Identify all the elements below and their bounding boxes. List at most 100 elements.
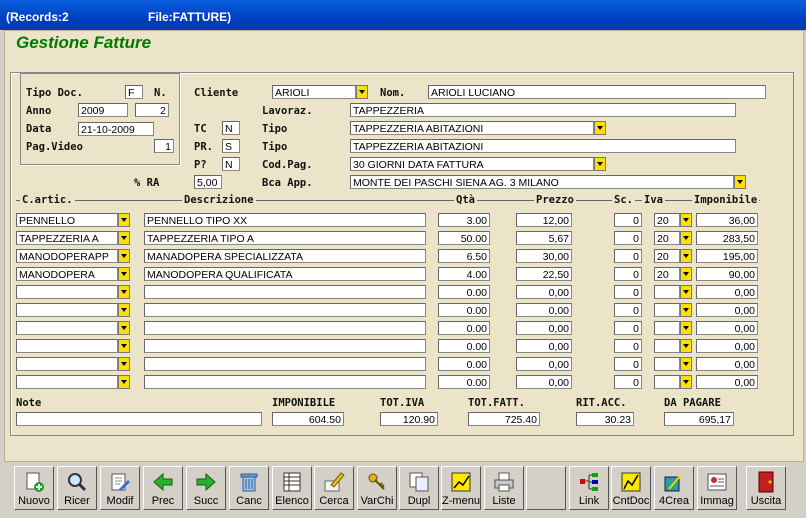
- immag-button[interactable]: Immag: [697, 466, 737, 510]
- row-prezzo-field[interactable]: 30,00: [516, 249, 572, 263]
- row-sc-field[interactable]: 0: [614, 213, 642, 227]
- row-imponibile-field[interactable]: 0,00: [696, 321, 758, 335]
- n-field[interactable]: 2: [135, 103, 169, 117]
- elenco-button[interactable]: Elenco: [272, 466, 312, 510]
- row-qta-field[interactable]: 0.00: [438, 375, 490, 389]
- row-sc-field[interactable]: 0: [614, 339, 642, 353]
- row-code-field[interactable]: PENNELLO: [16, 213, 118, 227]
- link-button[interactable]: Link: [569, 466, 609, 510]
- varchi-button[interactable]: VarChi: [357, 466, 397, 510]
- row-sc-field[interactable]: 0: [614, 321, 642, 335]
- row-iva-dropdown-icon[interactable]: [680, 357, 692, 371]
- row-prezzo-field[interactable]: 0,00: [516, 339, 572, 353]
- row-code-dropdown-icon[interactable]: [118, 339, 130, 353]
- row-imponibile-field[interactable]: 36,00: [696, 213, 758, 227]
- row-desc-field[interactable]: [144, 303, 426, 317]
- row-iva-dropdown-icon[interactable]: [680, 267, 692, 281]
- row-iva-field[interactable]: [654, 303, 680, 317]
- row-desc-field[interactable]: [144, 357, 426, 371]
- row-prezzo-field[interactable]: 5,67: [516, 231, 572, 245]
- row-desc-field[interactable]: TAPPEZZERIA TIPO A: [144, 231, 426, 245]
- row-imponibile-field[interactable]: 0,00: [696, 357, 758, 371]
- row-code-dropdown-icon[interactable]: [118, 357, 130, 371]
- row-prezzo-field[interactable]: 0,00: [516, 285, 572, 299]
- row-imponibile-field[interactable]: 0,00: [696, 339, 758, 353]
- tipo2-field[interactable]: TAPPEZZERIA ABITAZIONI: [350, 139, 736, 153]
- row-qta-field[interactable]: 0.00: [438, 357, 490, 371]
- row-code-field[interactable]: [16, 357, 118, 371]
- row-iva-dropdown-icon[interactable]: [680, 339, 692, 353]
- row-imponibile-field[interactable]: 283,50: [696, 231, 758, 245]
- ricer-button[interactable]: Ricer: [57, 466, 97, 510]
- row-iva-dropdown-icon[interactable]: [680, 321, 692, 335]
- row-sc-field[interactable]: 0: [614, 285, 642, 299]
- row-code-dropdown-icon[interactable]: [118, 267, 130, 281]
- row-prezzo-field[interactable]: 0,00: [516, 375, 572, 389]
- row-code-field[interactable]: MANODOPERAPP: [16, 249, 118, 263]
- lavoraz-field[interactable]: TAPPEZZERIA: [350, 103, 736, 117]
- row-qta-field[interactable]: 4.00: [438, 267, 490, 281]
- row-sc-field[interactable]: 0: [614, 249, 642, 263]
- data-field[interactable]: 21-10-2009: [78, 122, 154, 136]
- row-code-field[interactable]: [16, 303, 118, 317]
- pag-video-field[interactable]: 1: [154, 139, 174, 153]
- modif-button[interactable]: Modif: [100, 466, 140, 510]
- row-qta-field[interactable]: 50.00: [438, 231, 490, 245]
- row-qta-field[interactable]: 0.00: [438, 339, 490, 353]
- row-code-field[interactable]: [16, 339, 118, 353]
- row-iva-field[interactable]: 20: [654, 267, 680, 281]
- row-sc-field[interactable]: 0: [614, 267, 642, 281]
- tc-field[interactable]: N: [222, 121, 240, 135]
- row-sc-field[interactable]: 0: [614, 375, 642, 389]
- row-iva-field[interactable]: 20: [654, 213, 680, 227]
- row-desc-field[interactable]: [144, 321, 426, 335]
- row-iva-dropdown-icon[interactable]: [680, 303, 692, 317]
- row-iva-field[interactable]: [654, 339, 680, 353]
- tipo1-field[interactable]: TAPPEZZERIA ABITAZIONI: [350, 121, 594, 135]
- row-code-field[interactable]: [16, 321, 118, 335]
- pr-field[interactable]: S: [222, 139, 240, 153]
- row-sc-field[interactable]: 0: [614, 303, 642, 317]
- liste-button[interactable]: Liste: [484, 466, 524, 510]
- cliente-field[interactable]: ARIOLI: [272, 85, 356, 99]
- nuovo-button[interactable]: Nuovo: [14, 466, 54, 510]
- row-iva-dropdown-icon[interactable]: [680, 249, 692, 263]
- row-iva-field[interactable]: 20: [654, 249, 680, 263]
- row-qta-field[interactable]: 0.00: [438, 285, 490, 299]
- bca-app-dropdown-icon[interactable]: [734, 175, 746, 189]
- ra-field[interactable]: 5,00: [194, 175, 222, 189]
- 4crea-button[interactable]: 4Crea: [654, 466, 694, 510]
- row-iva-field[interactable]: [654, 375, 680, 389]
- row-desc-field[interactable]: [144, 285, 426, 299]
- row-code-dropdown-icon[interactable]: [118, 285, 130, 299]
- cod-pag-dropdown-icon[interactable]: [594, 157, 606, 171]
- tipo-doc-field[interactable]: F: [125, 85, 143, 99]
- anno-field[interactable]: 2009: [78, 103, 128, 117]
- row-imponibile-field[interactable]: 0,00: [696, 285, 758, 299]
- row-code-dropdown-icon[interactable]: [118, 231, 130, 245]
- row-qta-field[interactable]: 0.00: [438, 321, 490, 335]
- row-prezzo-field[interactable]: 22,50: [516, 267, 572, 281]
- row-desc-field[interactable]: PENNELLO TIPO XX: [144, 213, 426, 227]
- row-imponibile-field[interactable]: 0,00: [696, 375, 758, 389]
- row-desc-field[interactable]: MANADOPERA SPECIALIZZATA: [144, 249, 426, 263]
- tipo1-dropdown-icon[interactable]: [594, 121, 606, 135]
- cerca-button[interactable]: Cerca: [314, 466, 354, 510]
- row-sc-field[interactable]: 0: [614, 231, 642, 245]
- z-menu-button[interactable]: Z-menu: [441, 466, 481, 510]
- canc-button[interactable]: Canc: [229, 466, 269, 510]
- prec-button[interactable]: Prec: [143, 466, 183, 510]
- nom-field[interactable]: ARIOLI LUCIANO: [428, 85, 766, 99]
- row-code-dropdown-icon[interactable]: [118, 375, 130, 389]
- row-iva-field[interactable]: [654, 321, 680, 335]
- row-code-field[interactable]: MANODOPERA: [16, 267, 118, 281]
- row-prezzo-field[interactable]: 0,00: [516, 357, 572, 371]
- row-iva-field[interactable]: 20: [654, 231, 680, 245]
- row-iva-dropdown-icon[interactable]: [680, 285, 692, 299]
- row-sc-field[interactable]: 0: [614, 357, 642, 371]
- row-iva-dropdown-icon[interactable]: [680, 375, 692, 389]
- cntdoc-button[interactable]: CntDoc: [611, 466, 651, 510]
- empty-button[interactable]: [526, 466, 566, 510]
- bca-app-field[interactable]: MONTE DEI PASCHI SIENA AG. 3 MILANO: [350, 175, 734, 189]
- row-iva-dropdown-icon[interactable]: [680, 231, 692, 245]
